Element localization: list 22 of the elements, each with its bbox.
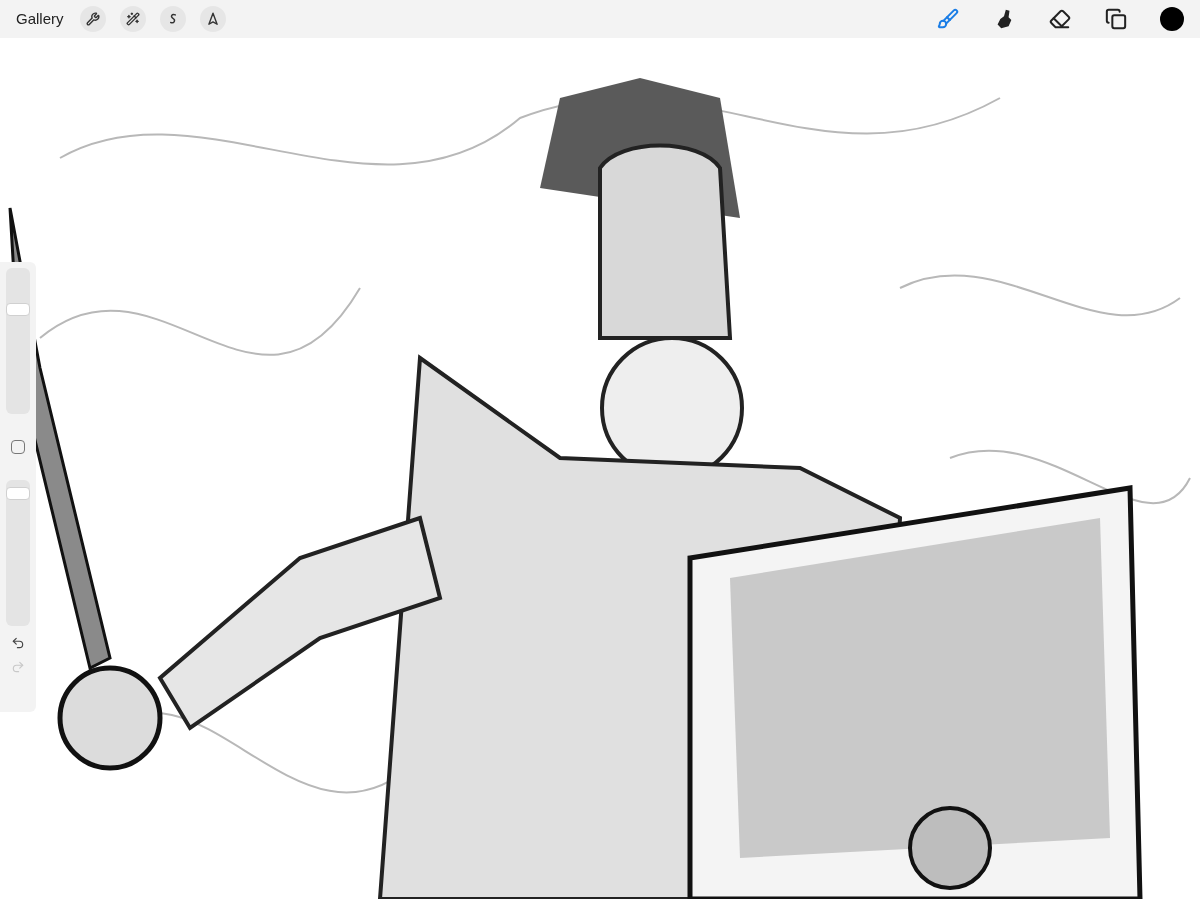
- undo-icon: [11, 636, 25, 650]
- modify-button[interactable]: [11, 440, 25, 454]
- wrench-icon: [85, 12, 100, 26]
- slider-thumb[interactable]: [6, 302, 30, 316]
- tool-button[interactable]: [119, 6, 146, 32]
- gallery-button[interactable]: Gallery: [16, 7, 64, 31]
- color-swatch[interactable]: [1160, 7, 1184, 31]
- tool-button[interactable]: [1048, 7, 1072, 31]
- tool-button[interactable]: [199, 6, 226, 32]
- tool-button[interactable]: [1104, 7, 1128, 31]
- magic-wand-icon: [125, 12, 140, 26]
- tool-button[interactable]: [159, 6, 186, 32]
- eraser-icon: [1049, 8, 1071, 30]
- brush-size-slider[interactable]: [6, 268, 30, 414]
- brush-icon: [937, 8, 959, 30]
- tool-button[interactable]: [79, 6, 106, 32]
- arrow-icon: [205, 12, 220, 26]
- undo-button[interactable]: [11, 636, 25, 650]
- opacity-slider[interactable]: [6, 480, 30, 626]
- redo-icon: [11, 660, 25, 674]
- layers-icon: [1105, 8, 1127, 30]
- slider-thumb[interactable]: [6, 486, 30, 500]
